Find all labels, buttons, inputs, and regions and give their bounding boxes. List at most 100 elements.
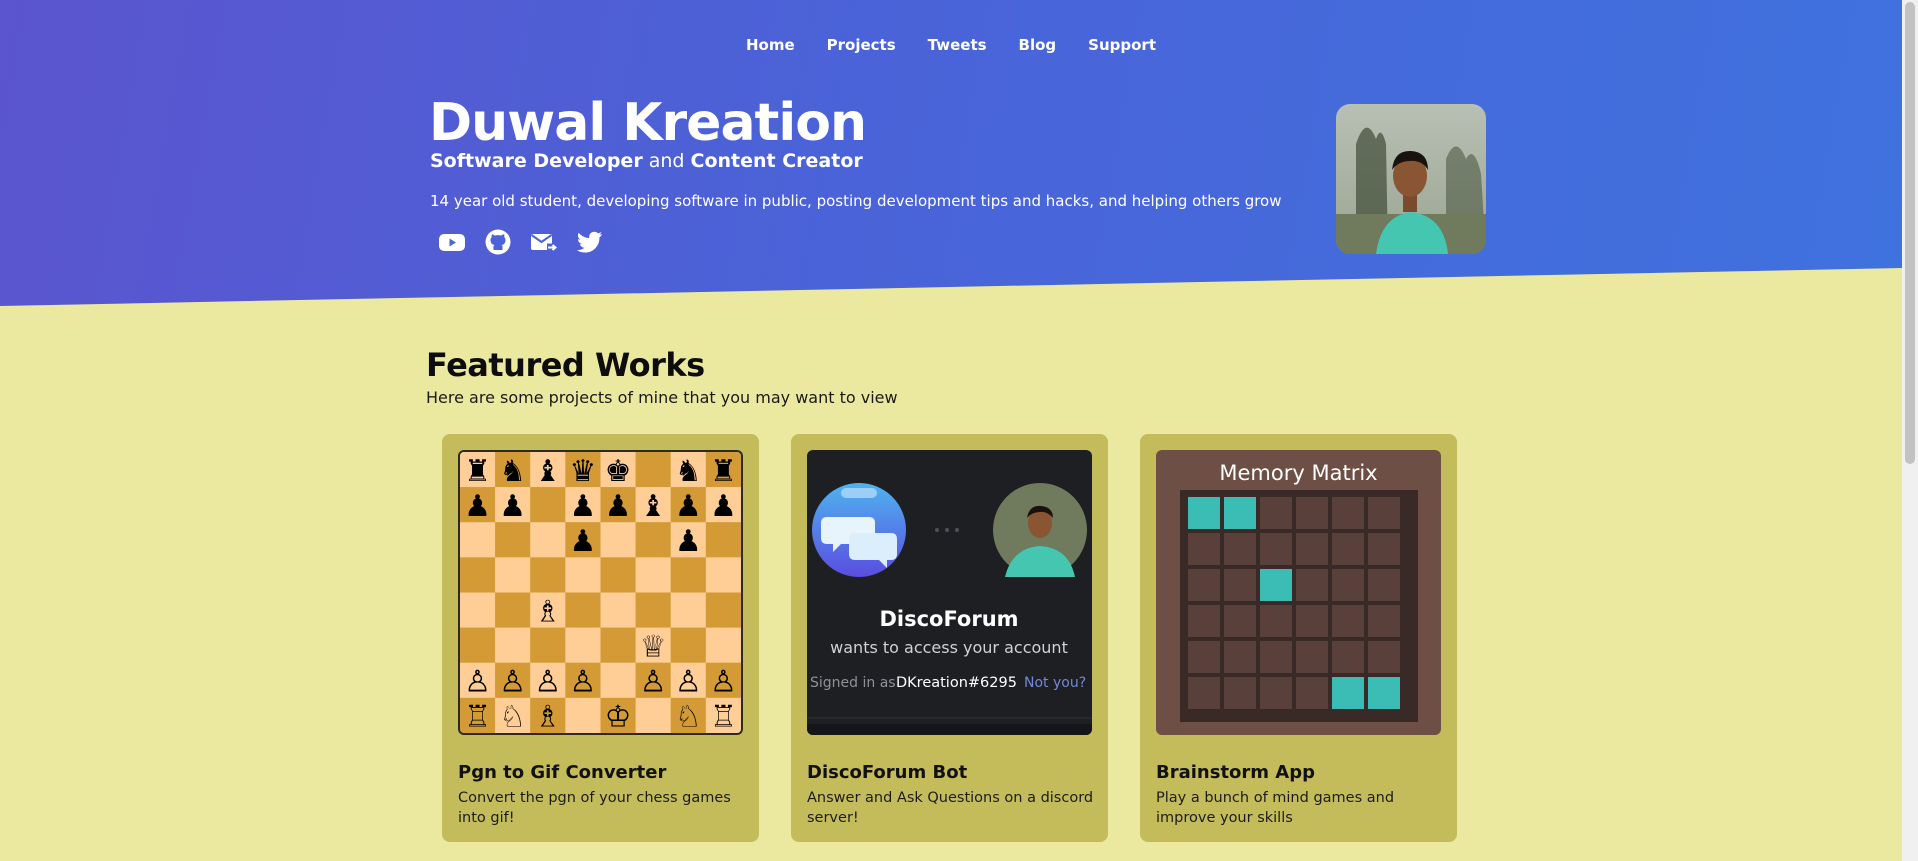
memory-tile-active	[1188, 497, 1220, 529]
chess-square	[565, 697, 601, 733]
chess-piece: ♘	[499, 700, 526, 733]
email-icon[interactable]	[530, 228, 558, 256]
chess-square	[600, 557, 636, 593]
chess-square	[635, 522, 671, 558]
chess-piece: ♞	[675, 454, 702, 489]
chess-square	[495, 557, 531, 593]
not-you-link: Not you?	[1024, 675, 1086, 691]
page-scrollbar[interactable]	[1902, 0, 1918, 861]
chess-piece: ♟	[675, 524, 702, 559]
memory-tile	[1368, 641, 1400, 673]
memory-tile	[1296, 569, 1328, 601]
hero-subtitle: Software Developer and Content Creator	[430, 150, 863, 172]
chess-square	[635, 557, 671, 593]
memory-tile	[1260, 497, 1292, 529]
memory-matrix-title: Memory Matrix	[1219, 461, 1377, 485]
memory-tile	[1188, 641, 1220, 673]
memory-tile-active	[1368, 677, 1400, 709]
profile-photo	[1336, 104, 1486, 254]
memory-tile	[1188, 677, 1220, 709]
nav-support[interactable]: Support	[1088, 36, 1156, 54]
memory-tile	[1260, 533, 1292, 565]
memory-tile	[1332, 641, 1364, 673]
chess-square	[530, 557, 566, 593]
chess-piece: ♙	[710, 665, 737, 700]
chess-piece: ♕	[640, 629, 667, 664]
memory-tile	[1368, 533, 1400, 565]
youtube-icon[interactable]	[438, 228, 466, 256]
chess-piece: ♘	[675, 700, 702, 733]
nav-tweets[interactable]: Tweets	[928, 36, 987, 54]
project-card-brainstorm[interactable]: Memory Matrix Brainstorm App Play a bunc…	[1140, 434, 1457, 842]
nav-home[interactable]: Home	[746, 36, 795, 54]
memory-tile	[1296, 641, 1328, 673]
card-description: Convert the pgn of your chess games into…	[458, 790, 731, 826]
chess-square	[635, 592, 671, 628]
chess-piece: ♟	[675, 489, 702, 524]
chess-piece: ♖	[710, 700, 737, 733]
memory-tile	[1188, 533, 1220, 565]
chess-square	[670, 627, 706, 663]
chess-square	[460, 557, 496, 593]
memory-tile	[1260, 641, 1292, 673]
chess-piece: ♗	[534, 594, 561, 629]
memory-tile	[1332, 605, 1364, 637]
memory-tile	[1368, 569, 1400, 601]
chess-board-thumbnail: ♜♞♝♛♚♞♜♟♟♟♟♝♟♟♟♟♗♕♙♙♙♙♙♙♙♖♘♗♔♘♖	[458, 450, 743, 735]
card-title: DiscoForum Bot	[807, 762, 968, 783]
chess-square	[530, 522, 566, 558]
chess-square	[495, 627, 531, 663]
chess-square	[460, 627, 496, 663]
chess-piece: ♔	[605, 700, 632, 733]
memory-tile	[1368, 605, 1400, 637]
hero-description: 14 year old student, developing software…	[430, 192, 1282, 210]
memory-tile	[1224, 533, 1256, 565]
chess-piece: ♙	[499, 665, 526, 700]
chess-piece: ♝	[534, 454, 561, 489]
chess-piece: ♟	[499, 489, 526, 524]
chess-square	[600, 592, 636, 628]
chess-square	[705, 557, 741, 593]
project-card-pgn-to-gif[interactable]: ♜♞♝♛♚♞♜♟♟♟♟♝♟♟♟♟♗♕♙♙♙♙♙♙♙♖♘♗♔♘♖ Pgn to G…	[442, 434, 759, 842]
chess-square	[495, 522, 531, 558]
chess-piece: ♞	[499, 454, 526, 489]
memory-tile	[1296, 533, 1328, 565]
chess-square	[670, 592, 706, 628]
chess-square	[565, 557, 601, 593]
chess-square	[600, 662, 636, 698]
memory-tile	[1296, 677, 1328, 709]
hero-title: Duwal Kreation	[429, 93, 867, 153]
social-links	[438, 228, 604, 256]
memory-tile	[1332, 497, 1364, 529]
nav-projects[interactable]: Projects	[827, 36, 896, 54]
chess-square	[495, 592, 531, 628]
chess-square	[530, 487, 566, 523]
chess-piece: ♙	[570, 665, 597, 700]
card-title: Pgn to Gif Converter	[458, 762, 667, 783]
chess-square	[600, 627, 636, 663]
chess-piece: ♗	[534, 700, 561, 733]
scrollbar-thumb[interactable]	[1905, 2, 1915, 464]
chess-square	[530, 627, 566, 663]
memory-tile	[1224, 605, 1256, 637]
chess-piece: ♙	[675, 665, 702, 700]
chess-piece: ♝	[640, 489, 667, 524]
chess-square	[635, 452, 671, 488]
chess-board: ♜♞♝♛♚♞♜♟♟♟♟♝♟♟♟♟♗♕♙♙♙♙♙♙♙♖♘♗♔♘♖	[460, 452, 741, 733]
chess-piece: ♛	[570, 454, 597, 489]
chess-piece: ♙	[640, 665, 667, 700]
chess-piece: ♙	[534, 665, 561, 700]
github-icon[interactable]	[484, 228, 512, 256]
chess-piece: ♟	[605, 489, 632, 524]
project-card-discoforum[interactable]: DiscoForum wants to access your account …	[791, 434, 1108, 842]
top-navigation: Home Projects Tweets Blog Support	[0, 36, 1902, 54]
chess-square	[600, 522, 636, 558]
nav-blog[interactable]: Blog	[1019, 36, 1057, 54]
memory-tile	[1296, 605, 1328, 637]
twitter-icon[interactable]	[576, 228, 604, 256]
chess-piece: ♜	[464, 454, 491, 489]
memory-tile	[1224, 569, 1256, 601]
chess-square	[705, 627, 741, 663]
chess-piece: ♖	[464, 700, 491, 733]
chess-square	[705, 592, 741, 628]
